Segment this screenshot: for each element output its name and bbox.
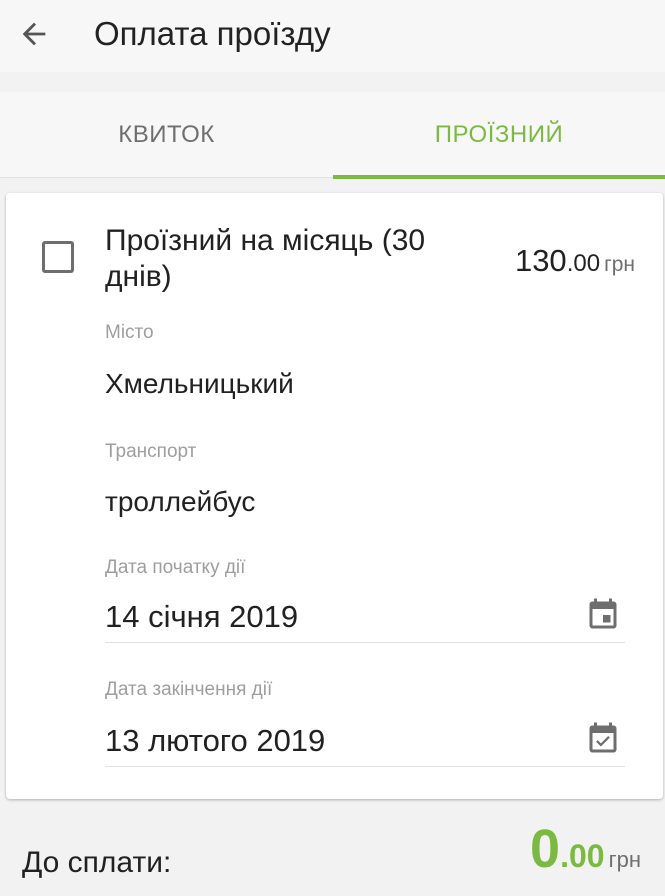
tab-pass[interactable]: ПРОЇЗНИЙ bbox=[333, 92, 665, 179]
end-date-label: Дата закінчення дії bbox=[105, 679, 273, 700]
start-date-value: 14 січня 2019 bbox=[105, 599, 299, 634]
pass-card: Проїзний на місяць (30 днів) 130.00 грн М… bbox=[6, 193, 663, 799]
price-decimal: .00 bbox=[566, 250, 601, 277]
price-integer: 130 bbox=[514, 243, 567, 278]
tab-pass-label: ПРОЇЗНИЙ bbox=[434, 121, 564, 148]
amount-due: 0.00 грн bbox=[530, 818, 641, 880]
tab-bar: КВИТОК ПРОЇЗНИЙ bbox=[0, 92, 665, 179]
app-bar: Оплата проїзду bbox=[0, 0, 665, 72]
amount-due-integer: 0 bbox=[530, 819, 561, 879]
tab-ticket-label: КВИТОК bbox=[118, 121, 215, 148]
arrow-left-icon bbox=[22, 22, 46, 46]
start-date-label: Дата початку дії bbox=[105, 557, 246, 578]
payment-footer: До сплати: 0.00 грн bbox=[0, 806, 665, 896]
transport-value: троллейбус bbox=[105, 486, 256, 517]
start-date-field[interactable]: 14 січня 2019 bbox=[105, 593, 625, 643]
amount-due-decimal: .00 bbox=[560, 838, 605, 874]
end-date-value: 13 лютого 2019 bbox=[105, 723, 326, 758]
price-currency: грн bbox=[604, 253, 635, 276]
page-title: Оплата проїзду bbox=[94, 15, 331, 52]
end-date-field[interactable]: 13 лютого 2019 bbox=[105, 717, 625, 767]
city-value: Хмельницький bbox=[105, 368, 294, 399]
amount-due-label: До сплати: bbox=[22, 846, 172, 879]
tab-ticket[interactable]: КВИТОК bbox=[0, 92, 333, 178]
tab-indicator bbox=[333, 175, 665, 179]
city-label: Місто bbox=[105, 322, 154, 343]
pass-price: 130.00 грн bbox=[515, 243, 635, 279]
back-button[interactable] bbox=[14, 14, 54, 54]
pass-checkbox[interactable] bbox=[42, 241, 74, 273]
amount-due-currency: грн bbox=[608, 847, 641, 872]
pass-title: Проїзний на місяць (30 днів) bbox=[105, 224, 426, 293]
calendar-icon[interactable] bbox=[585, 597, 621, 633]
calendar-check-icon[interactable] bbox=[585, 721, 621, 757]
transport-label: Транспорт bbox=[105, 441, 197, 462]
